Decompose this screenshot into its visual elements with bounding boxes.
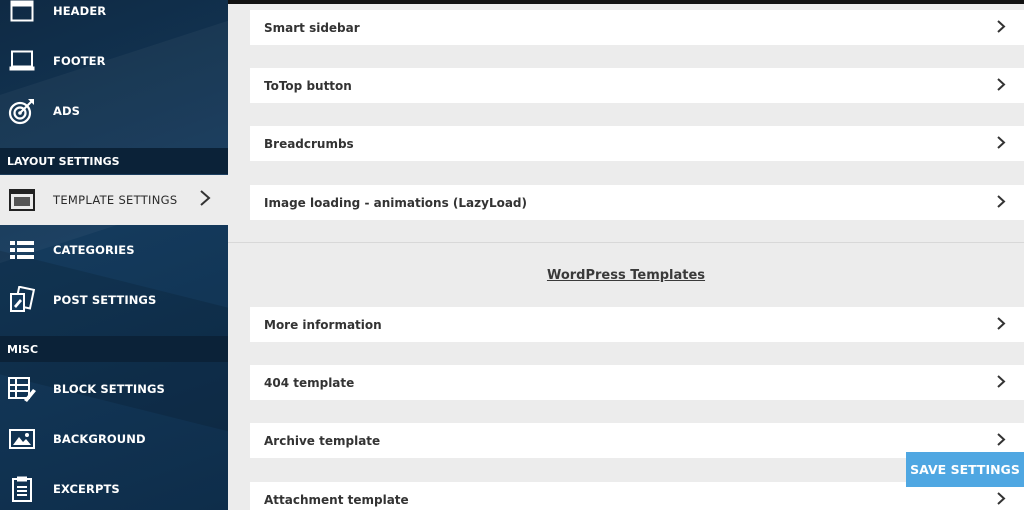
- setting-row-lazyload[interactable]: Image loading - animations (LazyLoad): [250, 185, 1024, 220]
- target-icon: [8, 97, 36, 125]
- chevron-right-icon: [199, 189, 211, 211]
- chevron-right-icon: [996, 134, 1006, 153]
- section-heading-misc: MISC: [0, 336, 228, 362]
- image-icon: [8, 425, 36, 453]
- post-settings-icon: [8, 286, 36, 314]
- sidebar-item-categories[interactable]: CATEGORIES: [0, 225, 228, 275]
- list-icon: [8, 236, 36, 264]
- sidebar-item-footer[interactable]: FOOTER: [0, 36, 228, 86]
- section-divider: [228, 242, 1024, 243]
- sidebar: HEADER FOOTER ADS LAYOUT SETTINGS TEMPLA…: [0, 0, 228, 510]
- chevron-right-icon: [996, 193, 1006, 212]
- document-icon: [8, 475, 36, 503]
- section-heading-layout: LAYOUT SETTINGS: [0, 148, 228, 174]
- footer-icon: [8, 47, 36, 75]
- setting-row-label: Image loading - animations (LazyLoad): [264, 195, 528, 210]
- sidebar-item-block-settings[interactable]: BLOCK SETTINGS: [0, 364, 228, 414]
- setting-row-404-template[interactable]: 404 template: [250, 365, 1024, 400]
- setting-row-label: More information: [264, 317, 382, 332]
- chevron-right-icon: [996, 315, 1006, 334]
- sidebar-item-post-settings[interactable]: POST SETTINGS: [0, 275, 228, 325]
- chevron-right-icon: [996, 76, 1006, 95]
- sidebar-item-label: TEMPLATE SETTINGS: [53, 193, 178, 207]
- sidebar-item-ads[interactable]: ADS: [0, 86, 228, 136]
- chevron-right-icon: [996, 490, 1006, 509]
- main-content: Smart sidebar ToTop button Breadcrumbs I…: [228, 4, 1024, 510]
- setting-row-label: Smart sidebar: [264, 20, 360, 35]
- sidebar-item-label: EXCERPTS: [53, 482, 120, 496]
- setting-row-label: Archive template: [264, 433, 381, 448]
- header-icon: [8, 0, 36, 25]
- sidebar-item-label: ADS: [53, 104, 81, 118]
- sidebar-item-label: BACKGROUND: [53, 432, 146, 446]
- setting-row-label: Attachment template: [264, 492, 409, 507]
- sidebar-item-background[interactable]: BACKGROUND: [0, 414, 228, 464]
- setting-row-label: 404 template: [264, 375, 355, 390]
- sidebar-item-label: HEADER: [53, 4, 107, 18]
- setting-row-label: Breadcrumbs: [264, 136, 354, 151]
- block-settings-icon: [8, 375, 36, 403]
- sidebar-item-header[interactable]: HEADER: [0, 0, 228, 36]
- setting-row-breadcrumbs[interactable]: Breadcrumbs: [250, 126, 1024, 161]
- wordpress-templates-heading[interactable]: WordPress Templates: [228, 268, 1024, 283]
- chevron-right-icon: [996, 431, 1006, 450]
- chevron-right-icon: [996, 18, 1006, 37]
- sidebar-item-label: FOOTER: [53, 54, 106, 68]
- setting-row-more-information[interactable]: More information: [250, 307, 1024, 342]
- sidebar-item-label: CATEGORIES: [53, 243, 135, 257]
- setting-row-totop-button[interactable]: ToTop button: [250, 68, 1024, 103]
- template-window-icon: [8, 186, 36, 214]
- setting-row-smart-sidebar[interactable]: Smart sidebar: [250, 10, 1024, 45]
- sidebar-item-excerpts[interactable]: EXCERPTS: [0, 464, 228, 510]
- sidebar-item-label: BLOCK SETTINGS: [53, 382, 165, 396]
- sidebar-item-label: POST SETTINGS: [53, 293, 157, 307]
- sidebar-item-template-settings[interactable]: TEMPLATE SETTINGS: [0, 175, 228, 225]
- chevron-right-icon: [996, 373, 1006, 392]
- save-settings-button[interactable]: SAVE SETTINGS: [906, 452, 1024, 487]
- setting-row-label: ToTop button: [264, 78, 352, 93]
